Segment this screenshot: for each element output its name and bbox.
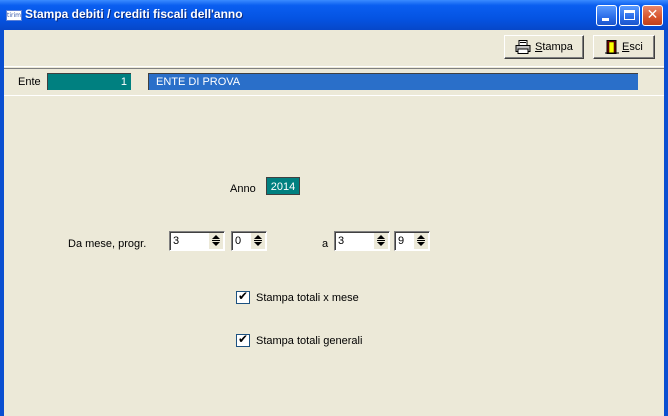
ente-label: Ente	[18, 76, 41, 88]
a-mese-label: a	[322, 238, 329, 250]
app-icon: tirim	[6, 10, 22, 21]
minimize-icon	[602, 18, 609, 21]
esci-label: Esci	[622, 41, 643, 53]
totali-generali-label[interactable]: Stampa totali generali	[256, 335, 362, 347]
title-bar[interactable]: tirim Stampa debiti / crediti fiscali de…	[0, 0, 668, 30]
close-button[interactable]: ✕	[642, 5, 663, 26]
spin-arrows-icon[interactable]	[251, 233, 265, 249]
checkmark-icon: ✔	[238, 289, 249, 303]
close-icon: ✕	[646, 7, 659, 23]
ente-code-field[interactable]: 1	[47, 73, 131, 90]
minimize-button[interactable]	[596, 5, 617, 26]
maximize-button[interactable]	[619, 5, 640, 26]
ente-bar: Ente 1 ENTE DI PROVA	[4, 68, 664, 96]
anno-field[interactable]: 2014	[266, 177, 300, 195]
a-mese-value: 3	[338, 235, 345, 247]
totali-mese-checkbox[interactable]: ✔	[236, 289, 250, 304]
printer-icon	[515, 40, 531, 54]
window-title: Stampa debiti / crediti fiscali dell'ann…	[25, 7, 243, 21]
a-mese-spinner[interactable]: 3	[334, 231, 390, 251]
totali-mese-label[interactable]: Stampa totali x mese	[256, 292, 359, 304]
stampa-button[interactable]: Stampa	[504, 35, 584, 59]
da-mese-label: Da mese, progr.	[68, 238, 147, 250]
totali-generali-checkbox[interactable]: ✔	[236, 332, 250, 347]
checkmark-icon: ✔	[238, 332, 249, 346]
da-progr-spinner[interactable]: 0	[231, 231, 267, 251]
stampa-label: Stampa	[535, 41, 573, 53]
toolbar: Stampa Esci	[4, 30, 664, 67]
da-mese-spinner[interactable]: 3	[169, 231, 225, 251]
da-mese-value: 3	[173, 235, 180, 247]
a-progr-value: 9	[398, 235, 405, 247]
spin-arrows-icon[interactable]	[374, 233, 388, 249]
exit-door-icon	[605, 40, 619, 54]
da-progr-value: 0	[235, 235, 242, 247]
esci-button[interactable]: Esci	[593, 35, 655, 59]
ente-name-field: ENTE DI PROVA	[148, 73, 638, 90]
anno-label: Anno	[230, 183, 256, 195]
client-area: Stampa Esci Ente 1 ENTE DI PROVA Anno 20…	[4, 30, 664, 416]
spin-arrows-icon[interactable]	[414, 233, 428, 249]
app-window: tirim Stampa debiti / crediti fiscali de…	[0, 0, 668, 416]
spin-arrows-icon[interactable]	[209, 233, 223, 249]
a-progr-spinner[interactable]: 9	[394, 231, 430, 251]
maximize-icon	[624, 10, 635, 20]
